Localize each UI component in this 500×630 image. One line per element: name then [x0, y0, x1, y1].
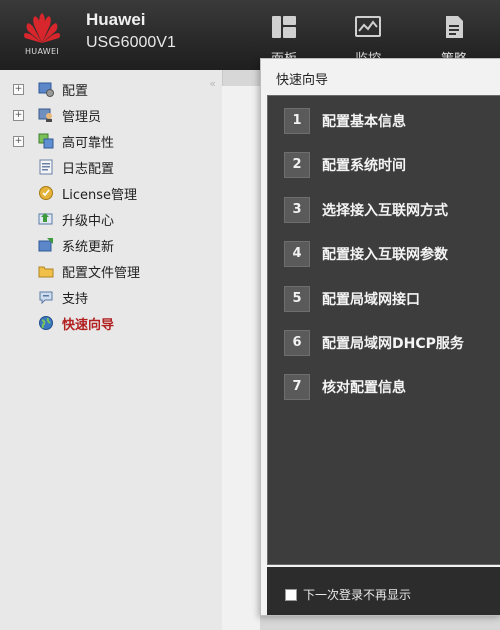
step-label: 配置局域网接口 — [322, 292, 420, 308]
expand-icon[interactable]: + — [13, 109, 24, 121]
update-icon — [38, 238, 53, 252]
step-label: 核对配置信息 — [322, 380, 406, 396]
logo-text: HUAWEI — [24, 47, 60, 56]
huawei-logo: HUAWEI — [14, 9, 70, 61]
sidebar-item-log[interactable]: 日志配置 — [0, 155, 222, 179]
step-number: 5 — [284, 286, 310, 312]
config-icon — [38, 82, 54, 97]
support-icon — [39, 291, 53, 305]
sidebar-item-label: 配置文件管理 — [62, 265, 141, 281]
huawei-logo-icon — [24, 13, 60, 43]
wizard-step-1[interactable]: 1 配置基本信息 — [284, 108, 500, 134]
folder-icon — [38, 266, 54, 278]
step-label: 配置局域网DHCP服务 — [322, 336, 464, 352]
dont-show-again-checkbox[interactable] — [285, 588, 297, 601]
step-label: 配置接入互联网参数 — [322, 247, 448, 263]
sidebar-item-config-files[interactable]: 配置文件管理 — [0, 259, 222, 283]
step-label: 配置基本信息 — [322, 114, 406, 130]
step-number: 1 — [284, 108, 310, 134]
step-label: 选择接入互联网方式 — [322, 203, 448, 219]
content-panel — [222, 86, 260, 630]
step-label: 配置系统时间 — [322, 158, 406, 174]
dont-show-again-label: 下一次登录不再显示 — [303, 588, 412, 602]
dialog-title: 快速向导 — [276, 73, 329, 88]
sidebar-item-quick-wizard[interactable]: 快速向导 — [0, 311, 222, 335]
sidebar-item-label: 配置 — [62, 83, 89, 99]
monitor-icon — [355, 16, 381, 37]
sidebar-item-license[interactable]: License管理 — [0, 181, 222, 205]
step-number: 2 — [284, 152, 310, 178]
expand-icon[interactable]: + — [13, 135, 24, 147]
sidebar-item-label: 升级中心 — [62, 213, 115, 229]
dialog-footer: 下一次登录不再显示 — [267, 567, 500, 615]
admin-icon — [38, 108, 52, 122]
sidebar-item-label: 支持 — [62, 291, 89, 307]
sidebar-item-label: 快速向导 — [62, 317, 115, 333]
sidebar-item-ha[interactable]: + 高可靠性 — [0, 129, 222, 153]
sidebar-tree: « + 配置 + 管理员 + 高可靠性 日志配置 License管理 升级中心 … — [0, 70, 223, 630]
license-icon — [39, 186, 53, 200]
sidebar-item-label: License管理 — [62, 187, 138, 203]
log-icon — [39, 159, 53, 175]
wizard-step-4[interactable]: 4 配置接入互联网参数 — [284, 241, 500, 267]
wizard-step-2[interactable]: 2 配置系统时间 — [284, 152, 500, 178]
sidebar-item-config[interactable]: + 配置 — [0, 77, 222, 101]
device-model: USG6000V1 — [86, 34, 176, 51]
ha-icon — [38, 133, 54, 149]
sidebar-item-label: 日志配置 — [62, 161, 115, 177]
dashboard-icon — [272, 16, 296, 38]
sidebar-item-support[interactable]: 支持 — [0, 285, 222, 309]
sidebar-item-label: 高可靠性 — [62, 135, 115, 151]
step-number: 4 — [284, 241, 310, 267]
step-number: 3 — [284, 197, 310, 223]
wizard-step-3[interactable]: 3 选择接入互联网方式 — [284, 197, 500, 223]
globe-icon — [39, 316, 53, 330]
wizard-step-6[interactable]: 6 配置局域网DHCP服务 — [284, 330, 500, 356]
brand-name: Huawei — [86, 10, 146, 29]
wizard-steps-panel: 1 配置基本信息 2 配置系统时间 3 选择接入互联网方式 4 配置接入互联网参… — [267, 95, 500, 565]
wizard-step-7[interactable]: 7 核对配置信息 — [284, 374, 500, 400]
quick-wizard-dialog: 快速向导 1 配置基本信息 2 配置系统时间 3 选择接入互联网方式 4 配置接… — [260, 58, 500, 616]
sidebar-item-admin[interactable]: + 管理员 — [0, 103, 222, 127]
sidebar-item-label: 系统更新 — [62, 239, 115, 255]
step-number: 7 — [284, 374, 310, 400]
policy-icon — [446, 16, 463, 38]
upgrade-icon — [38, 213, 53, 225]
sidebar-item-upgrade[interactable]: 升级中心 — [0, 207, 222, 231]
step-number: 6 — [284, 330, 310, 356]
expand-icon[interactable]: + — [13, 83, 24, 95]
dont-show-again-option[interactable]: 下一次登录不再显示 — [285, 586, 411, 603]
sidebar-item-label: 管理员 — [62, 109, 102, 125]
sidebar-item-update[interactable]: 系统更新 — [0, 233, 222, 257]
wizard-step-5[interactable]: 5 配置局域网接口 — [284, 286, 500, 312]
